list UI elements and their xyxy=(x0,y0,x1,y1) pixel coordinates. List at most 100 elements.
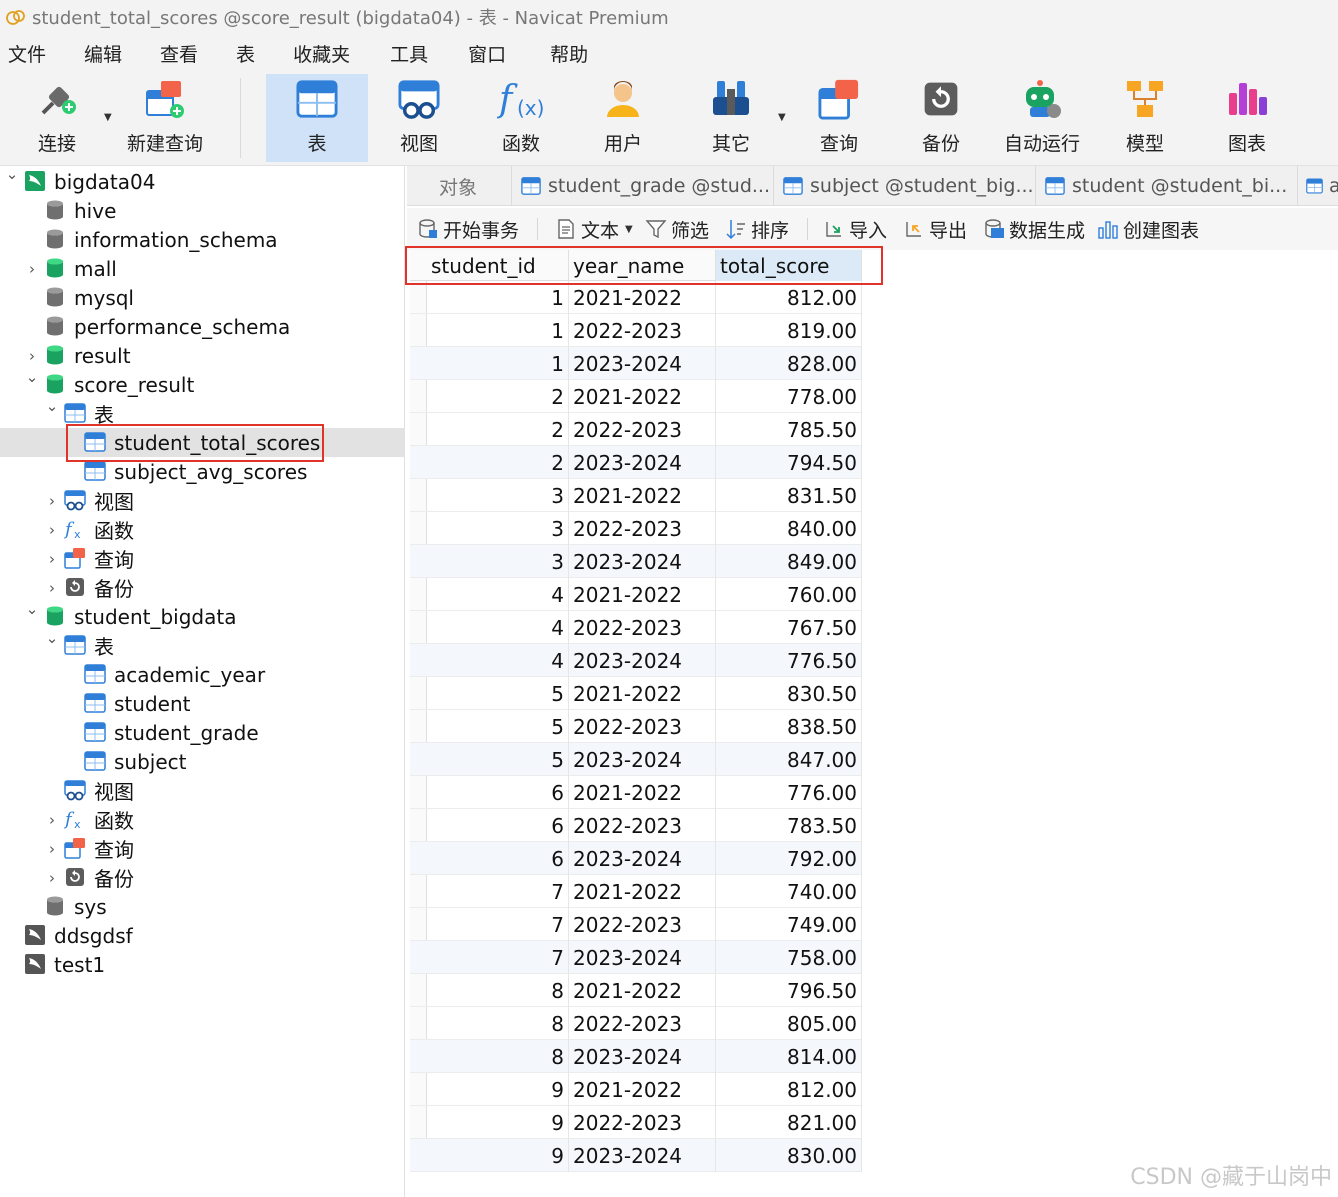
cell-year-name[interactable]: 2022-2023 xyxy=(569,512,716,545)
tree-item--functions-folder[interactable]: › 函数 xyxy=(0,515,405,544)
menu-favorites[interactable]: 收藏夹 xyxy=(285,40,350,67)
table-row[interactable]: 4 2022-2023 767.50 xyxy=(410,611,862,644)
automation-tool-button[interactable]: 自动运行 xyxy=(996,74,1088,162)
cell-year-name[interactable]: 2022-2023 xyxy=(569,314,716,347)
text-view-button[interactable]: 文本 ▼ xyxy=(555,214,633,244)
query-tool-button[interactable]: 查询 xyxy=(798,74,880,162)
cell-total-score[interactable]: 831.50 xyxy=(716,479,862,512)
data-generation-button[interactable]: 数据生成 xyxy=(983,214,1085,244)
chevron-right-icon[interactable]: › xyxy=(44,492,60,510)
cell-total-score[interactable]: 778.00 xyxy=(716,380,862,413)
chevron-right-icon[interactable]: › xyxy=(24,260,40,278)
table-row[interactable]: 6 2023-2024 792.00 xyxy=(410,842,862,875)
menu-window[interactable]: 窗口 xyxy=(460,40,506,67)
table-row[interactable]: 5 2023-2024 847.00 xyxy=(410,743,862,776)
tree-item-hive[interactable]: hive xyxy=(0,196,405,225)
cell-total-score[interactable]: 794.50 xyxy=(716,446,862,479)
cell-year-name[interactable]: 2022-2023 xyxy=(569,413,716,446)
tree-item-ddsgdsf[interactable]: ddsgdsf xyxy=(0,921,405,950)
cell-student-id[interactable]: 7 xyxy=(427,875,569,908)
cell-student-id[interactable]: 6 xyxy=(427,776,569,809)
menu-help[interactable]: 帮助 xyxy=(542,40,588,67)
create-chart-button[interactable]: 创建图表 xyxy=(1097,214,1199,244)
table-row[interactable]: 1 2022-2023 819.00 xyxy=(410,314,862,347)
cell-student-id[interactable]: 8 xyxy=(427,1040,569,1073)
table-row[interactable]: 6 2022-2023 783.50 xyxy=(410,809,862,842)
table-row[interactable]: 7 2023-2024 758.00 xyxy=(410,941,862,974)
chevron-right-icon[interactable]: › xyxy=(44,811,60,829)
cell-total-score[interactable]: 805.00 xyxy=(716,1007,862,1040)
cell-year-name[interactable]: 2022-2023 xyxy=(569,710,716,743)
cell-year-name[interactable]: 2022-2023 xyxy=(569,809,716,842)
tree-item-student[interactable]: student xyxy=(0,689,405,718)
tree-item--tables-folder[interactable]: ⌄ 表 xyxy=(0,629,405,660)
table-row[interactable]: 2 2021-2022 778.00 xyxy=(410,380,862,413)
cell-year-name[interactable]: 2023-2024 xyxy=(569,1139,716,1172)
tree-item-subject[interactable]: subject xyxy=(0,747,405,776)
cell-student-id[interactable]: 4 xyxy=(427,644,569,677)
text-dropdown-caret[interactable]: ▼ xyxy=(625,224,633,235)
cell-total-score[interactable]: 814.00 xyxy=(716,1040,862,1073)
table-tool-button[interactable]: 表 xyxy=(266,74,368,162)
tab-student-grade[interactable]: student_grade @stud... xyxy=(512,166,774,206)
cell-total-score[interactable]: 767.50 xyxy=(716,611,862,644)
tree-item-score-result[interactable]: ⌄ score_result xyxy=(0,368,405,399)
tree-item--views-folder[interactable]: 视图 xyxy=(0,776,405,805)
connect-button[interactable]: 连接 xyxy=(22,74,92,162)
cell-student-id[interactable]: 9 xyxy=(427,1139,569,1172)
backup-tool-button[interactable]: 备份 xyxy=(900,74,982,162)
sort-button[interactable]: 排序 xyxy=(725,214,789,244)
cell-student-id[interactable]: 5 xyxy=(427,743,569,776)
menu-tools[interactable]: 工具 xyxy=(382,40,428,67)
function-tool-button[interactable]: f (x) 函数 xyxy=(480,74,562,162)
cell-year-name[interactable]: 2021-2022 xyxy=(569,875,716,908)
table-row[interactable]: 6 2021-2022 776.00 xyxy=(410,776,862,809)
cell-total-score[interactable]: 819.00 xyxy=(716,314,862,347)
chevron-down-icon[interactable]: ⌄ xyxy=(24,600,40,618)
tab-objects[interactable]: 对象 xyxy=(407,166,512,206)
table-row[interactable]: 1 2021-2022 812.00 xyxy=(410,281,862,314)
table-row[interactable]: 2 2022-2023 785.50 xyxy=(410,413,862,446)
cell-year-name[interactable]: 2021-2022 xyxy=(569,479,716,512)
cell-student-id[interactable]: 4 xyxy=(427,611,569,644)
chevron-down-icon[interactable]: ⌄ xyxy=(44,397,60,415)
begin-transaction-button[interactable]: 开始事务 xyxy=(417,214,519,244)
tree-item-result[interactable]: › result xyxy=(0,341,405,370)
cell-student-id[interactable]: 6 xyxy=(427,842,569,875)
cell-total-score[interactable]: 828.00 xyxy=(716,347,862,380)
view-tool-button[interactable]: 视图 xyxy=(378,74,460,162)
tree-item-sys[interactable]: sys xyxy=(0,892,405,921)
cell-total-score[interactable]: 783.50 xyxy=(716,809,862,842)
table-row[interactable]: 8 2021-2022 796.50 xyxy=(410,974,862,1007)
table-row[interactable]: 9 2022-2023 821.00 xyxy=(410,1106,862,1139)
cell-year-name[interactable]: 2023-2024 xyxy=(569,446,716,479)
export-button[interactable]: 导出 xyxy=(903,214,967,244)
cell-total-score[interactable]: 776.00 xyxy=(716,776,862,809)
table-row[interactable]: 3 2022-2023 840.00 xyxy=(410,512,862,545)
tab-subject[interactable]: subject @student_big... xyxy=(774,166,1036,206)
chevron-right-icon[interactable]: › xyxy=(44,579,60,597)
chevron-right-icon[interactable]: › xyxy=(24,347,40,365)
cell-student-id[interactable]: 1 xyxy=(427,281,569,314)
other-tool-button[interactable]: 其它 xyxy=(690,74,772,162)
cell-student-id[interactable]: 7 xyxy=(427,908,569,941)
cell-total-score[interactable]: 849.00 xyxy=(716,545,862,578)
cell-student-id[interactable]: 9 xyxy=(427,1073,569,1106)
tree-item--functions-folder[interactable]: › 函数 xyxy=(0,805,405,834)
menu-table[interactable]: 表 xyxy=(228,40,255,67)
cell-total-score[interactable]: 812.00 xyxy=(716,1073,862,1106)
table-row[interactable]: 9 2023-2024 830.00 xyxy=(410,1139,862,1172)
cell-year-name[interactable]: 2022-2023 xyxy=(569,1106,716,1139)
cell-student-id[interactable]: 2 xyxy=(427,380,569,413)
cell-total-score[interactable]: 830.50 xyxy=(716,677,862,710)
table-row[interactable]: 3 2023-2024 849.00 xyxy=(410,545,862,578)
tree-item--queries-folder[interactable]: › 查询 xyxy=(0,544,405,573)
tree-item--views-folder[interactable]: › 视图 xyxy=(0,486,405,515)
cell-year-name[interactable]: 2023-2024 xyxy=(569,941,716,974)
other-dropdown-caret[interactable]: ▼ xyxy=(778,112,786,123)
cell-student-id[interactable]: 4 xyxy=(427,578,569,611)
tree-item-bigdata04[interactable]: ⌄ bigdata04 xyxy=(0,165,405,196)
cell-year-name[interactable]: 2022-2023 xyxy=(569,1007,716,1040)
chart-tool-button[interactable]: 图表 xyxy=(1206,74,1288,162)
table-row[interactable]: 2 2023-2024 794.50 xyxy=(410,446,862,479)
